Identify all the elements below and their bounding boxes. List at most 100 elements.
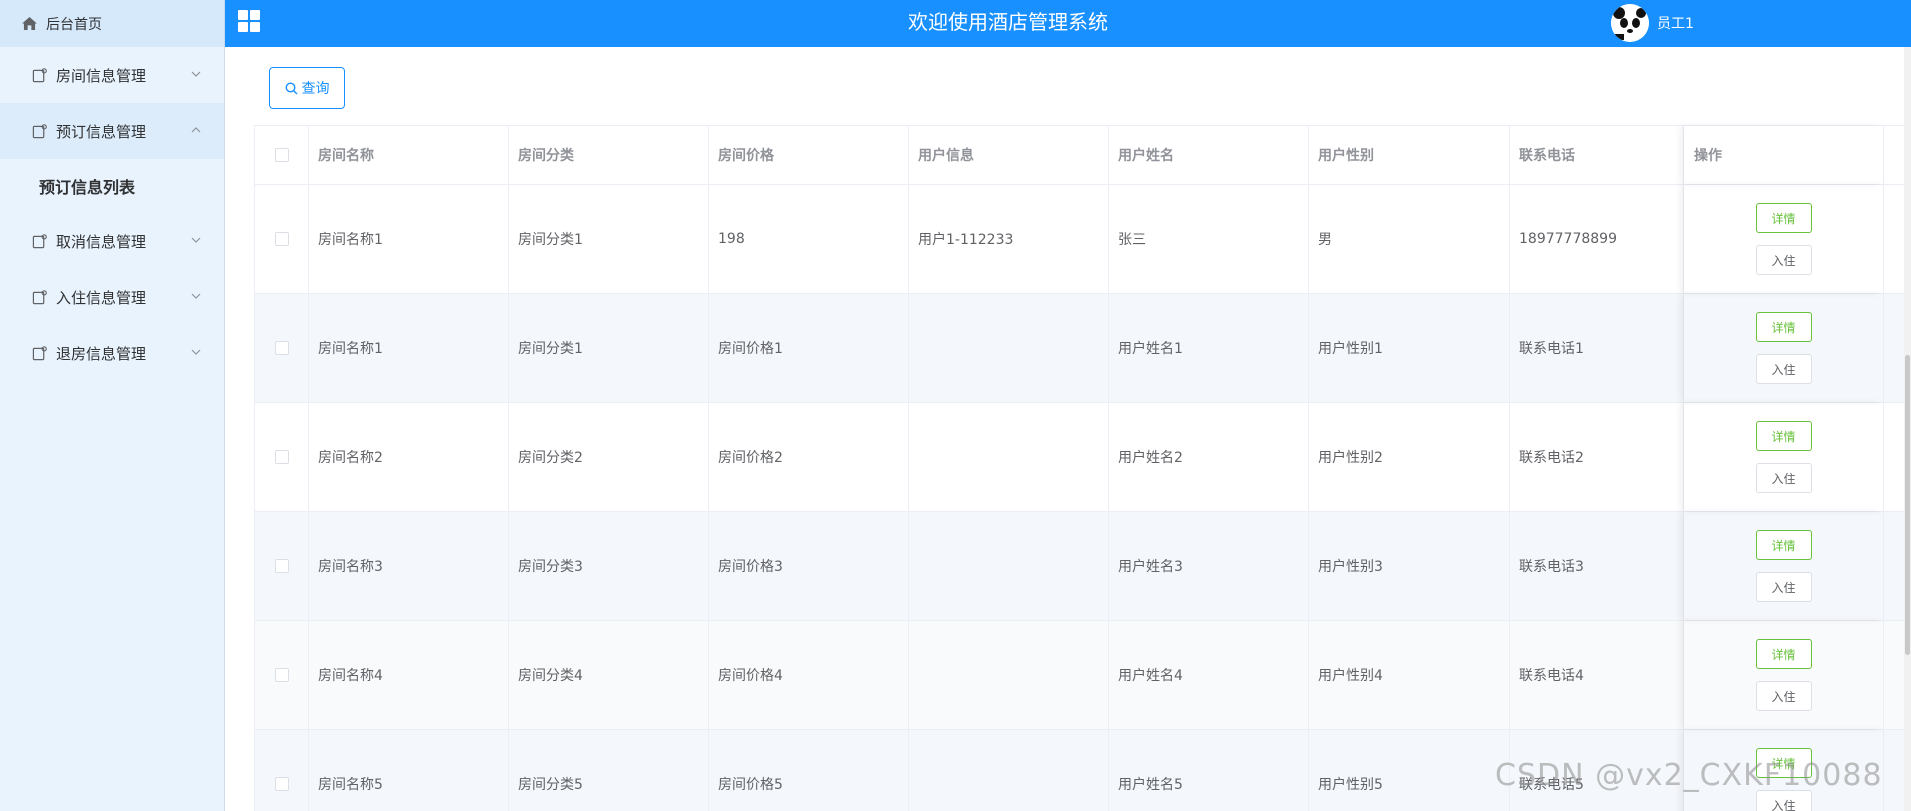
booking-table: 房间名称 房间分类 房间价格 用户信息 用户姓名 用户性别 联系电话 操作 房间… (254, 125, 1911, 811)
detail-button[interactable]: 详情 (1755, 203, 1812, 233)
search-icon (284, 81, 297, 94)
table-row: 房间名称1 房间分类1 房间价格1 用户姓名1 用户性别1 联系电话1 详情 入… (255, 294, 1911, 403)
user-menu[interactable]: 员工1 (1611, 4, 1694, 42)
column-header: 操作 (1684, 126, 1884, 184)
row-select-cell (255, 621, 309, 729)
row-checkbox[interactable] (274, 232, 289, 246)
cell-user-gender: 用户性别1 (1309, 294, 1510, 402)
sidebar-subitem-booking-list[interactable]: 预订信息列表 (0, 159, 224, 213)
table-row: 房间名称3 房间分类3 房间价格3 用户姓名3 用户性别3 联系电话3 详情 入… (255, 512, 1911, 621)
cell-user-info (909, 294, 1109, 402)
detail-button[interactable]: 详情 (1755, 312, 1812, 342)
chevron-down-icon (191, 71, 201, 77)
cell-phone: 联系电话2 (1510, 403, 1684, 511)
chevron-down-icon (191, 349, 201, 355)
chevron-down-icon (191, 237, 201, 243)
cell-user-name: 用户姓名2 (1109, 403, 1309, 511)
checkin-button[interactable]: 入住 (1755, 572, 1812, 602)
cell-room-category: 房间分类2 (509, 403, 709, 511)
sidebar-item-room-info[interactable]: 房间信息管理 (0, 47, 224, 103)
document-icon (32, 123, 47, 138)
column-header: 用户姓名 (1109, 126, 1309, 184)
column-header: 用户性别 (1309, 126, 1510, 184)
sidebar-item-booking-info[interactable]: 预订信息管理 (0, 103, 224, 159)
cell-room-category: 房间分类1 (509, 294, 709, 402)
cell-phone: 联系电话1 (1510, 294, 1684, 402)
cell-user-info (909, 730, 1109, 811)
detail-button[interactable]: 详情 (1755, 639, 1812, 669)
cell-room-price: 房间价格1 (709, 294, 909, 402)
row-select-cell (255, 403, 309, 511)
cell-room-price: 198 (709, 185, 909, 293)
document-icon (32, 233, 47, 248)
cell-room-name: 房间名称1 (309, 185, 509, 293)
row-checkbox[interactable] (274, 777, 289, 791)
cell-user-gender: 男 (1309, 185, 1510, 293)
cell-room-category: 房间分类3 (509, 512, 709, 620)
sidebar-item-label: 退房信息管理 (56, 344, 147, 363)
cell-user-gender: 用户性别5 (1309, 730, 1510, 811)
sidebar-item-checkin-info[interactable]: 入住信息管理 (0, 269, 224, 325)
cell-room-price: 房间价格2 (709, 403, 909, 511)
cell-phone: 联系电话4 (1510, 621, 1684, 729)
column-header: 房间价格 (709, 126, 909, 184)
detail-button[interactable]: 详情 (1755, 530, 1812, 560)
cell-room-price: 房间价格4 (709, 621, 909, 729)
cell-actions: 详情 入住 (1684, 185, 1884, 293)
sidebar-item-label: 取消信息管理 (56, 232, 147, 251)
cell-phone: 18977778899 (1510, 185, 1684, 293)
sidebar-item-checkout-info[interactable]: 退房信息管理 (0, 325, 224, 381)
cell-user-info (909, 403, 1109, 511)
table-header-row: 房间名称 房间分类 房间价格 用户信息 用户姓名 用户性别 联系电话 操作 (255, 126, 1911, 185)
document-icon (32, 67, 47, 82)
row-checkbox[interactable] (274, 450, 289, 464)
scrollbar-thumb[interactable] (1905, 355, 1910, 655)
table-row: 房间名称1 房间分类1 198 用户1-112233 张三 男 18977778… (255, 185, 1911, 294)
main-content: 查询 房间名称 房间分类 房间价格 用户信息 用户姓名 用户性别 联系电话 操作… (226, 47, 1911, 811)
cell-user-name: 用户姓名4 (1109, 621, 1309, 729)
header-bar: 欢迎使用酒店管理系统 员工1 (225, 0, 1911, 47)
row-select-cell (255, 730, 309, 811)
cell-user-name: 用户姓名1 (1109, 294, 1309, 402)
checkin-button[interactable]: 入住 (1755, 790, 1812, 811)
cell-user-name: 张三 (1109, 185, 1309, 293)
select-all-checkbox[interactable] (274, 148, 289, 162)
column-header: 房间分类 (509, 126, 709, 184)
panda-avatar-icon (1611, 4, 1649, 42)
cell-room-name: 房间名称3 (309, 512, 509, 620)
cell-room-name: 房间名称4 (309, 621, 509, 729)
cell-user-info: 用户1-112233 (909, 185, 1109, 293)
cell-user-gender: 用户性别2 (1309, 403, 1510, 511)
detail-button[interactable]: 详情 (1755, 421, 1812, 451)
row-checkbox[interactable] (274, 559, 289, 573)
document-icon (32, 345, 47, 360)
home-link[interactable]: 后台首页 (0, 0, 225, 47)
cell-user-gender: 用户性别3 (1309, 512, 1510, 620)
column-header: 联系电话 (1510, 126, 1684, 184)
sidebar-item-label: 预订信息管理 (56, 122, 147, 141)
checkin-button[interactable]: 入住 (1755, 681, 1812, 711)
header-select-cell (255, 126, 309, 184)
column-header: 用户信息 (909, 126, 1109, 184)
table-row: 房间名称2 房间分类2 房间价格2 用户姓名2 用户性别2 联系电话2 详情 入… (255, 403, 1911, 512)
cell-user-info (909, 621, 1109, 729)
checkin-button[interactable]: 入住 (1755, 245, 1812, 275)
checkin-button[interactable]: 入住 (1755, 463, 1812, 493)
watermark: CSDN @vx2_CXKF10088 (1495, 758, 1883, 793)
row-select-cell (255, 512, 309, 620)
sidebar-item-label: 房间信息管理 (56, 66, 147, 85)
cell-user-name: 用户姓名5 (1109, 730, 1309, 811)
cell-room-category: 房间分类5 (509, 730, 709, 811)
row-select-cell (255, 294, 309, 402)
top-header: 后台首页 欢迎使用酒店管理系统 员工1 (0, 0, 1911, 47)
cell-user-gender: 用户性别4 (1309, 621, 1510, 729)
cell-room-category: 房间分类1 (509, 185, 709, 293)
checkin-button[interactable]: 入住 (1755, 354, 1812, 384)
column-header: 房间名称 (309, 126, 509, 184)
cell-user-info (909, 512, 1109, 620)
row-checkbox[interactable] (274, 341, 289, 355)
row-checkbox[interactable] (274, 668, 289, 682)
sidebar-item-cancel-info[interactable]: 取消信息管理 (0, 213, 224, 269)
search-button[interactable]: 查询 (269, 67, 345, 109)
cell-room-price: 房间价格5 (709, 730, 909, 811)
